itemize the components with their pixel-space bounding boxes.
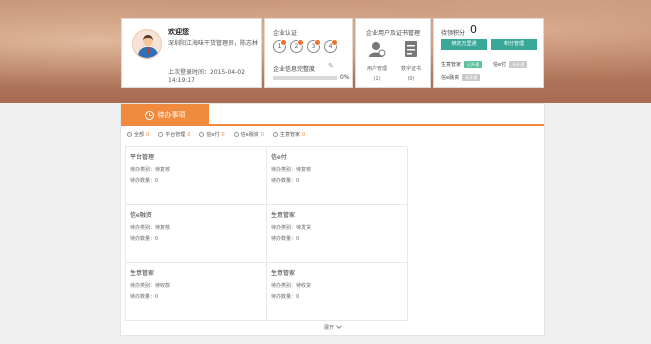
account-row: 生意管家 已开通 信e付 未开通: [441, 61, 528, 68]
user-role: 深圳阳江海味干货管理员，陈志林: [168, 40, 259, 47]
task-name: 平台管理: [130, 154, 155, 161]
task-quantity: 待办数量：0: [271, 178, 300, 184]
task-name: 生意管家: [271, 270, 296, 277]
last-login-label: 上次登录时间：: [168, 69, 211, 76]
cert-icon-4[interactable]: 4: [324, 39, 338, 53]
account-name: 信e融资: [441, 75, 460, 81]
account-row: 信e融资 未开通: [441, 74, 481, 81]
task-quantity: 待办数量：0: [130, 236, 159, 242]
certification-card: 企业认证 1 2 3 4 企业信息完整度 ✎ 0%: [264, 18, 353, 88]
certification-title: 企业认证: [273, 30, 298, 37]
todo-panel: 待办事项 全部 0 平台管理 0 信e付 0 信e融资 0 生意管家 0 平台管理 待办类…: [120, 103, 545, 336]
task-name: 信e融资: [130, 212, 152, 219]
points-management-button[interactable]: 积分管理: [491, 39, 537, 50]
filter-bar: 全部 0 平台管理 0 信e付 0 信e融资 0 生意管家 0: [127, 131, 305, 138]
points-label: 待领积分: [441, 30, 466, 37]
avatar: [132, 29, 162, 59]
task-type: 待办类别：待收款: [130, 283, 171, 289]
filter-platform[interactable]: 平台管理 0: [158, 131, 190, 138]
user-management-icon[interactable]: [368, 40, 386, 58]
user-card: 欢迎您 深圳阳江海味干货管理员，陈志林 上次登录时间：2015-04-02 14…: [121, 18, 262, 88]
task-type: 待办类别：待收货: [271, 283, 312, 289]
filter-epay[interactable]: 信e付 0: [199, 131, 225, 138]
expand-label: 展开: [323, 325, 334, 331]
task-card[interactable]: 生意管家 待办类别：待收款 待办数量：0: [126, 263, 267, 321]
task-type: 待办类别：待复核: [271, 167, 312, 173]
edit-icon[interactable]: ✎: [328, 62, 334, 70]
user-count: (1): [373, 76, 381, 82]
expand-toggle[interactable]: 展开: [121, 323, 544, 331]
filter-efinance[interactable]: 信e融资 0: [233, 131, 264, 138]
filter-count: 0: [146, 131, 150, 138]
task-type: 待办类别：待复核: [130, 167, 171, 173]
radio[interactable]: [158, 132, 164, 137]
task-quantity: 待办数量：0: [271, 236, 300, 242]
task-card[interactable]: 生意管家 待办类别：待收货 待办数量：0: [267, 263, 408, 321]
task-card[interactable]: 平台管理 待办类别：待复核 待办数量：0: [126, 147, 267, 205]
status-badge: 未开通: [462, 74, 481, 81]
filter-label: 全部: [134, 132, 145, 138]
filter-label: 信e付: [206, 132, 220, 138]
cert-icon-1[interactable]: 1: [273, 39, 287, 53]
cert-icon-3[interactable]: 3: [307, 39, 321, 53]
bind-wanlitong-button[interactable]: 绑定万里通: [441, 39, 487, 50]
radio[interactable]: [233, 132, 239, 137]
welcome-text: 欢迎您: [168, 28, 189, 36]
last-login: 上次登录时间：2015-04-02 14:19:17: [168, 69, 260, 85]
task-quantity: 待办数量：0: [271, 294, 300, 300]
task-quantity: 待办数量：0: [130, 294, 159, 300]
account-name: 生意管家: [441, 62, 462, 68]
user-cert-title: 企业用户及证书管理: [366, 30, 421, 37]
completeness-bar: [273, 76, 337, 80]
clock-icon: [144, 110, 154, 120]
task-type: 待办类别：待复核: [130, 225, 171, 231]
tab-todo[interactable]: 待办事项: [121, 104, 209, 126]
filter-label: 生意管家: [279, 132, 300, 138]
radio[interactable]: [272, 132, 278, 137]
status-badge: 未开通: [509, 61, 528, 68]
account-name: 信e付: [493, 62, 507, 68]
filter-count: 0: [301, 131, 306, 138]
points-value: 0: [470, 23, 477, 36]
radio-selected[interactable]: [127, 132, 132, 137]
cert-icon-2[interactable]: 2: [290, 39, 304, 53]
filter-all[interactable]: 全部 0: [127, 131, 149, 138]
task-grid: 平台管理 待办类别：待复核 待办数量：0 信e付 待办类别：待复核 待办数量：0…: [125, 146, 408, 321]
filter-count: 0: [221, 131, 225, 138]
filter-business-manager[interactable]: 生意管家 0: [272, 131, 306, 138]
points-card: 待领积分 0 绑定万里通 积分管理 生意管家 已开通 信e付 未开通 信e融资 …: [433, 18, 544, 88]
task-card[interactable]: 信e融资 待办类别：待复核 待办数量：0: [126, 205, 267, 263]
task-quantity: 待办数量：0: [130, 178, 159, 184]
filter-count: 0: [187, 131, 191, 138]
chevron-down-icon: [336, 323, 342, 329]
completeness-value: 0%: [340, 74, 350, 81]
task-name: 信e付: [271, 154, 287, 161]
tab-bar: 待办事项: [121, 104, 544, 126]
filter-count: 0: [260, 131, 264, 138]
tab-todo-label: 待办事项: [157, 111, 186, 119]
digital-certificate-icon[interactable]: [402, 40, 420, 58]
task-card[interactable]: 信e付 待办类别：待复核 待办数量：0: [267, 147, 408, 205]
task-name: 生意管家: [130, 270, 155, 277]
user-management-label[interactable]: 用户管理: [362, 65, 392, 72]
task-type: 待办类别：待发货: [271, 225, 312, 231]
task-name: 生意管家: [271, 212, 296, 219]
cert-count: (0): [407, 76, 415, 82]
completeness-label: 企业信息完整度: [273, 66, 316, 73]
user-cert-card: 企业用户及证书管理 用户管理 数字证书 (1) (0): [355, 18, 431, 88]
task-card[interactable]: 生意管家 待办类别：待发货 待办数量：0: [267, 205, 408, 263]
digital-certificate-label[interactable]: 数字证书: [396, 65, 426, 72]
radio[interactable]: [199, 132, 205, 137]
filter-label: 信e融资: [240, 132, 259, 138]
status-badge: 已开通: [464, 61, 483, 68]
filter-label: 平台管理: [165, 132, 186, 138]
